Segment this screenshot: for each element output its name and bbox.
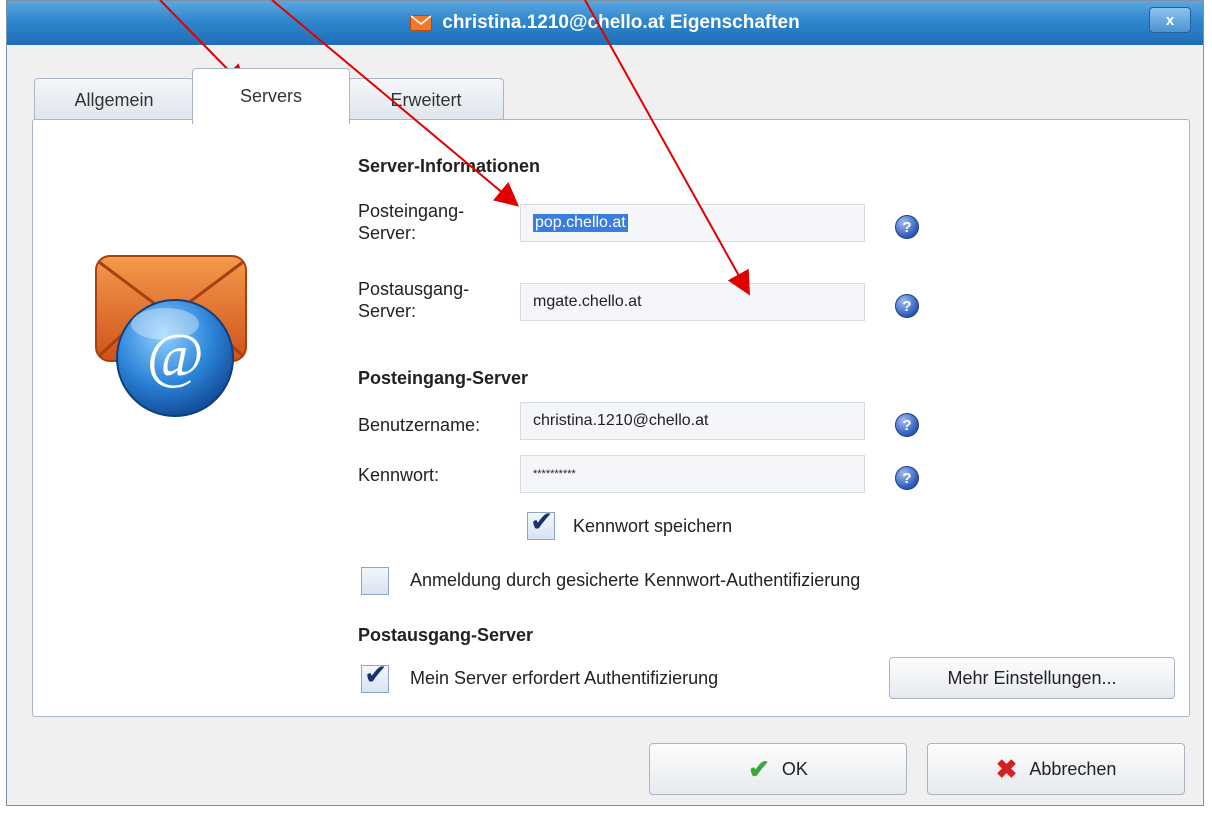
cancel-button[interactable]: ✖ Abbrechen (927, 743, 1185, 795)
username-input[interactable]: christina.1210@chello.at (520, 402, 865, 440)
server-info-heading: Server-Informationen (358, 156, 541, 176)
outgoing-server-heading: Postausgang-Server (358, 625, 534, 645)
incoming-server-label-line2: Server: (358, 223, 417, 243)
tab-servers[interactable]: Servers (192, 68, 350, 124)
incoming-server-label: Posteingang- Server: (358, 200, 464, 244)
password-input[interactable]: ********** (520, 455, 865, 493)
servers-tab-panel: @ Server-Informationen Posteingang- Serv… (32, 119, 1190, 717)
save-password-label: Kennwort speichern (573, 516, 733, 536)
help-icon[interactable]: ? (895, 466, 919, 490)
close-button[interactable]: x (1149, 7, 1191, 33)
username-label: Benutzername: (358, 415, 481, 435)
mail-account-icon: @ (95, 255, 247, 417)
cancel-x-icon: ✖ (995, 753, 1018, 784)
title-bar[interactable]: christina.1210@chello.at Eigenschaften x (7, 1, 1203, 45)
checkmark-icon: ✔ (530, 506, 554, 537)
checkmark-icon: ✔ (748, 753, 770, 784)
help-icon[interactable]: ? (895, 413, 919, 437)
outgoing-server-label-line2: Server: (358, 301, 417, 321)
password-label: Kennwort: (358, 465, 440, 485)
mail-envelope-icon (410, 15, 433, 31)
spa-label: Anmeldung durch gesicherte Kennwort-Auth… (410, 570, 861, 590)
server-auth-checkbox[interactable]: ✔ (361, 660, 389, 693)
save-password-checkbox[interactable]: ✔ (527, 507, 555, 540)
help-icon[interactable]: ? (895, 294, 919, 318)
close-icon: x (1165, 11, 1175, 29)
more-settings-button[interactable]: Mehr Einstellungen... (889, 657, 1175, 699)
properties-dialog: christina.1210@chello.at Eigenschaften x… (6, 0, 1204, 806)
ok-button[interactable]: ✔ OK (649, 743, 907, 795)
incoming-server-value: pop.chello.at (533, 214, 628, 232)
outgoing-server-label: Postausgang- Server: (358, 278, 469, 322)
tab-erweitert[interactable]: Erweitert (348, 78, 504, 122)
server-auth-label: Mein Server erfordert Authentifizierung (410, 668, 719, 688)
tab-allgemein[interactable]: Allgemein (34, 78, 194, 122)
incoming-server-label-line1: Posteingang- (358, 201, 465, 221)
incoming-server-input[interactable]: pop.chello.at (520, 204, 865, 242)
svg-text:@: @ (146, 322, 203, 390)
spa-checkbox[interactable] (361, 567, 389, 595)
checkmark-icon: ✔ (364, 659, 388, 690)
outgoing-server-label-line1: Postausgang- (358, 279, 470, 299)
window-title-group: christina.1210@chello.at Eigenschaften (7, 1, 1203, 45)
incoming-server-heading: Posteingang-Server (358, 368, 529, 388)
help-icon[interactable]: ? (895, 215, 919, 239)
ok-label: OK (781, 758, 808, 779)
window-title: christina.1210@chello.at Eigenschaften (442, 12, 800, 33)
cancel-label: Abbrechen (1029, 758, 1117, 779)
outgoing-server-input[interactable]: mgate.chello.at (520, 283, 865, 321)
